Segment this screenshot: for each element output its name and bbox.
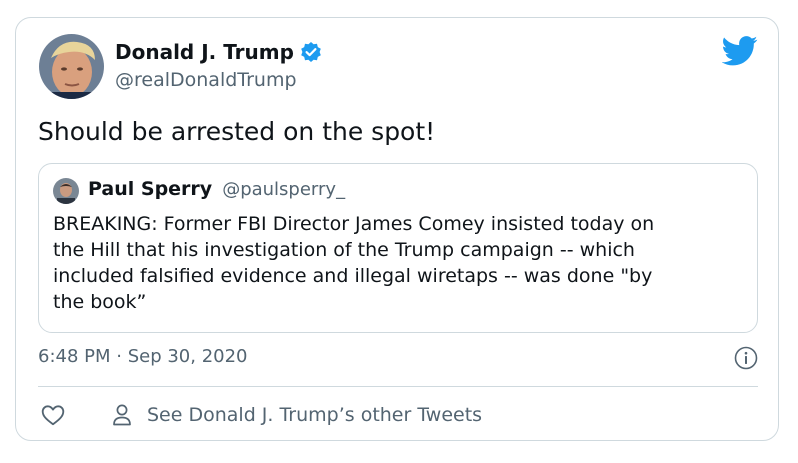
quoted-tweet[interactable]: Paul Sperry @paulsperry_ BREAKING: Forme…: [38, 163, 758, 333]
quoted-author-avatar[interactable]: [53, 178, 79, 204]
quoted-display-name[interactable]: Paul Sperry: [88, 178, 212, 200]
see-other-tweets-link[interactable]: See Donald J. Trump’s other Tweets: [111, 402, 482, 428]
author-name-row[interactable]: Donald J. Trump: [115, 40, 322, 64]
tweet-text: Should be arrested on the spot!: [38, 117, 436, 146]
quoted-tweet-text: BREAKING: Former FBI Director James Come…: [53, 213, 655, 313]
info-icon[interactable]: [734, 346, 758, 370]
heart-icon[interactable]: [40, 402, 66, 428]
verified-badge-icon: [300, 41, 322, 63]
tweet-timestamp[interactable]: 6:48 PM · Sep 30, 2020: [38, 345, 248, 369]
quoted-handle[interactable]: @paulsperry_: [222, 179, 345, 200]
author-avatar[interactable]: [39, 34, 104, 99]
twitter-bird-icon[interactable]: [721, 36, 758, 66]
person-icon: [111, 403, 133, 427]
author-display-name[interactable]: Donald J. Trump: [115, 40, 294, 64]
divider: [38, 386, 758, 387]
see-other-tweets-label[interactable]: See Donald J. Trump’s other Tweets: [147, 402, 482, 428]
author-handle[interactable]: @realDonaldTrump: [115, 68, 297, 92]
quoted-author-header[interactable]: Paul Sperry @paulsperry_: [88, 178, 345, 200]
tweet-card[interactable]: Donald J. Trump @realDonaldTrump Should …: [15, 17, 779, 441]
